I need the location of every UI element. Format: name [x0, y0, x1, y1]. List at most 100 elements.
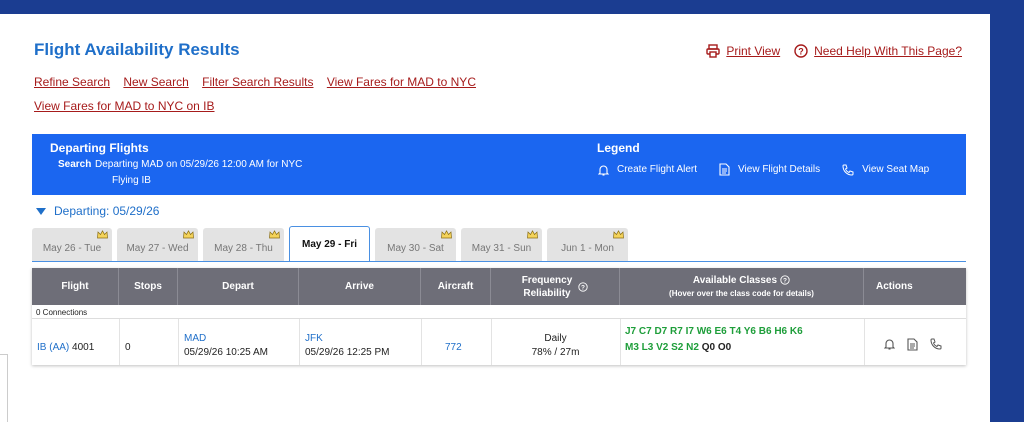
aircraft-link[interactable]: 772: [445, 342, 462, 353]
departing-flights-title: Departing Flights: [50, 141, 149, 155]
tab-label: May 31 - Sun: [471, 243, 532, 254]
search-label: Search: [58, 159, 92, 170]
search-value: Departing MAD on 05/29/26 12:00 AM for N…: [95, 159, 303, 170]
flight-results-table: Flight Stops Depart Arrive Aircraft Freq…: [32, 268, 966, 365]
top-right-links: Print View ? Need Help With This Page?: [706, 44, 962, 58]
connections-label: 0 Connections: [36, 308, 88, 317]
tab-may-30[interactable]: May 30 - Sat: [375, 228, 456, 261]
printer-icon[interactable]: [706, 44, 721, 58]
caret-down-icon: [36, 207, 46, 215]
flight-number: 4001: [72, 342, 95, 353]
crown-icon: [269, 230, 280, 239]
depart-time: 05/29/26 10:25 AM: [184, 347, 268, 358]
tab-label: Jun 1 - Mon: [561, 243, 614, 254]
page-title: Flight Availability Results: [34, 40, 240, 59]
right-scroll-region: [990, 0, 1024, 422]
header-frequency: Frequency Reliability ?: [491, 268, 620, 305]
crown-icon: [97, 230, 108, 239]
class-codes-line2[interactable]: M3 L3 V2 S2 N2: [625, 342, 699, 353]
departing-flights-panel: Departing Flights Search Departing MAD o…: [32, 134, 966, 195]
header-actions: Actions: [876, 281, 913, 292]
date-tabs: May 26 - Tue May 27 - Wed May 28 - Thu M…: [32, 224, 966, 262]
search-carrier: Flying IB: [112, 175, 151, 186]
column-divider: [620, 319, 621, 365]
stops-cell: 0: [125, 342, 131, 353]
help-icon[interactable]: ?: [578, 281, 588, 292]
bell-icon: [598, 164, 609, 176]
document-icon[interactable]: [907, 338, 918, 351]
print-view-link[interactable]: Print View: [726, 44, 780, 58]
help-circle-icon[interactable]: ?: [794, 44, 808, 58]
column-divider: [178, 319, 179, 365]
action-links-row2: View Fares for MAD to NYC on IB: [34, 99, 225, 113]
arrive-time: 05/29/26 12:25 PM: [305, 347, 390, 358]
available-classes-cell: J7 C7 D7 R7 I7 W6 E6 T4 Y6 B6 H6 K6 M3 L…: [625, 324, 875, 356]
svg-text:?: ?: [581, 284, 585, 291]
header-depart: Depart: [178, 268, 299, 305]
refine-search-link[interactable]: Refine Search: [34, 75, 110, 89]
bell-icon[interactable]: [884, 338, 895, 351]
header-classes: Available Classes ? (Hover over the clas…: [620, 268, 864, 305]
tab-may-28[interactable]: May 28 - Thu: [203, 228, 284, 261]
svg-text:?: ?: [783, 278, 787, 285]
view-fares-link[interactable]: View Fares for MAD to NYC: [327, 75, 476, 89]
legend-seat-map-label: View Seat Map: [862, 164, 930, 175]
help-link[interactable]: Need Help With This Page?: [814, 44, 962, 58]
tab-may-26[interactable]: May 26 - Tue: [32, 228, 112, 261]
connections-divider: [32, 318, 966, 319]
legend-create-alert-label: Create Flight Alert: [617, 164, 698, 175]
help-icon[interactable]: ?: [780, 275, 790, 285]
header-reliability-label: Reliability: [523, 287, 571, 299]
legend-title: Legend: [597, 141, 640, 155]
departing-toggle[interactable]: Departing: 05/29/26: [36, 204, 159, 218]
class-codes-line1[interactable]: J7 C7 D7 R7 I7 W6 E6 T4 Y6 B6 H6 K6: [625, 324, 875, 340]
tab-may-27[interactable]: May 27 - Wed: [117, 228, 198, 261]
view-fares-ib-link[interactable]: View Fares for MAD to NYC on IB: [34, 99, 215, 113]
svg-text:?: ?: [798, 47, 804, 57]
class-codes-unavailable[interactable]: Q0 O0: [702, 342, 731, 353]
column-divider: [119, 319, 120, 365]
crown-icon: [527, 230, 538, 239]
operating-airline-link[interactable]: (AA): [49, 342, 69, 353]
left-edge-panel: [0, 354, 8, 422]
crown-icon: [613, 230, 624, 239]
tab-label: May 30 - Sat: [387, 243, 444, 254]
header-classes-sub: (Hover over the class code for details): [669, 288, 814, 298]
document-icon: [719, 163, 730, 176]
legend-create-alert[interactable]: Create Flight Alert: [598, 164, 697, 176]
crown-icon: [183, 230, 194, 239]
departing-date-label: Departing: 05/29/26: [54, 204, 160, 218]
filter-results-link[interactable]: Filter Search Results: [202, 75, 313, 89]
row-actions: [884, 338, 954, 351]
column-divider: [421, 319, 422, 365]
header-frequency-label: Frequency: [521, 274, 573, 286]
header-classes-title: Available Classes: [692, 274, 778, 286]
arrive-airport-link[interactable]: JFK: [305, 333, 390, 344]
legend-items: Create Flight Alert View Flight Details …: [598, 163, 951, 176]
tab-jun-1[interactable]: Jun 1 - Mon: [547, 228, 628, 261]
table-header: Flight Stops Depart Arrive Aircraft Freq…: [32, 268, 966, 305]
tab-label: May 27 - Wed: [126, 243, 189, 254]
phone-icon: [842, 164, 854, 176]
depart-cell: MAD 05/29/26 10:25 AM: [184, 333, 268, 358]
tab-may-31[interactable]: May 31 - Sun: [461, 228, 542, 261]
header-stops: Stops: [119, 268, 178, 305]
tab-label: May 29 - Fri: [301, 239, 358, 250]
reliability-value: 78% / 27m: [531, 347, 580, 358]
depart-airport-link[interactable]: MAD: [184, 333, 268, 344]
legend-view-details[interactable]: View Flight Details: [719, 163, 820, 176]
tab-may-29[interactable]: May 29 - Fri: [289, 226, 370, 262]
flight-number-cell: IB (AA) 4001: [37, 342, 94, 353]
column-divider: [299, 319, 300, 365]
tab-label: May 26 - Tue: [42, 243, 102, 254]
header-arrive: Arrive: [299, 268, 421, 305]
airline-code-link[interactable]: IB: [37, 342, 46, 353]
crown-icon: [441, 230, 452, 239]
action-links-row1: Refine Search New Search Filter Search R…: [34, 75, 486, 89]
arrive-cell: JFK 05/29/26 12:25 PM: [305, 333, 390, 358]
header-aircraft: Aircraft: [421, 268, 491, 305]
new-search-link[interactable]: New Search: [123, 75, 188, 89]
legend-view-details-label: View Flight Details: [738, 164, 821, 175]
phone-icon[interactable]: [930, 338, 942, 351]
legend-seat-map[interactable]: View Seat Map: [842, 164, 929, 176]
